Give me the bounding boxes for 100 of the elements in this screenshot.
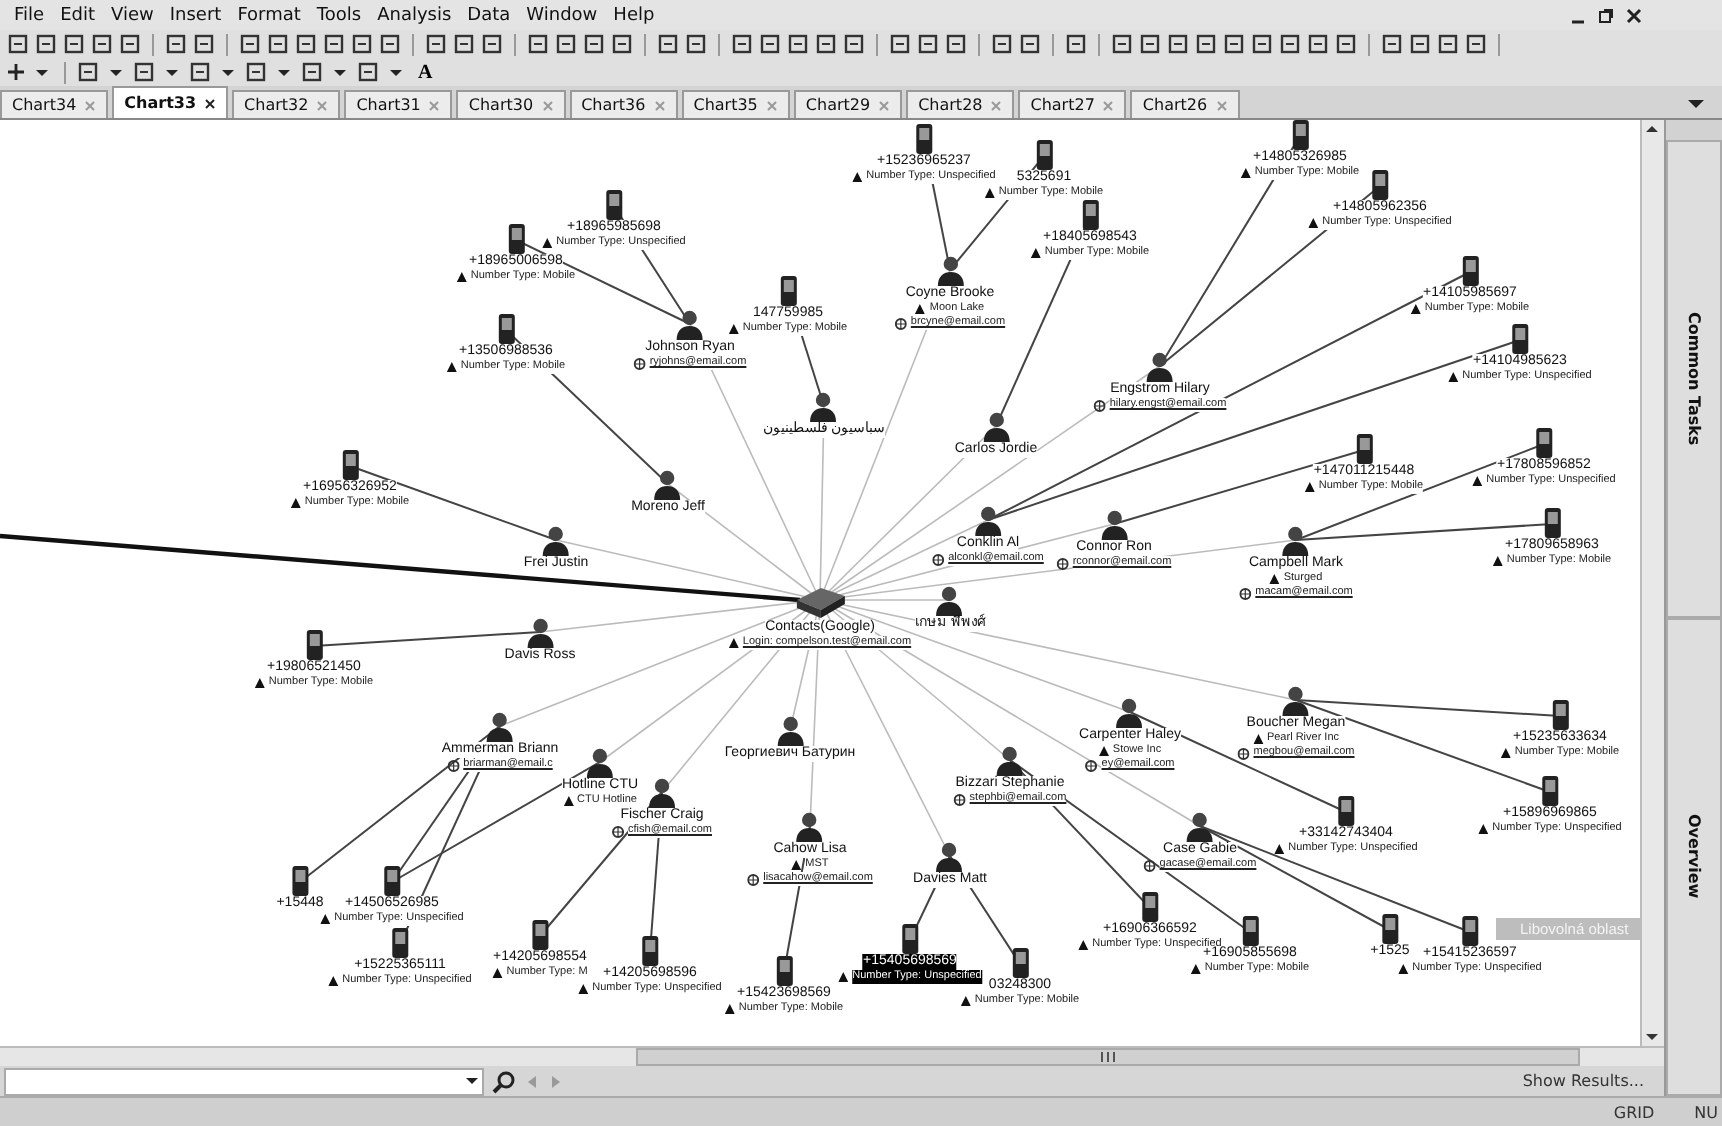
phone-icon xyxy=(604,190,624,220)
tool-icon[interactable] xyxy=(1064,32,1088,56)
tool-icon[interactable] xyxy=(244,60,268,84)
tool-icon[interactable] xyxy=(1408,32,1432,56)
scrollbar-thumb[interactable] xyxy=(636,1048,1580,1066)
side-panel-tab[interactable]: Overview xyxy=(1685,814,1703,900)
tool-icon[interactable] xyxy=(842,32,866,56)
text-button[interactable]: A xyxy=(412,61,439,83)
tool-icon[interactable] xyxy=(786,32,810,56)
person-icon xyxy=(936,254,964,286)
close-icon[interactable] xyxy=(1626,7,1642,23)
tool-icon[interactable] xyxy=(1222,32,1246,56)
tool-icon[interactable] xyxy=(480,32,504,56)
tool-icon[interactable] xyxy=(356,60,380,84)
tool-icon[interactable] xyxy=(684,32,708,56)
chart-tab[interactable]: Chart30 xyxy=(456,90,566,118)
person-icon xyxy=(654,468,682,500)
menu-item[interactable]: Insert xyxy=(161,5,230,25)
tool-icon[interactable] xyxy=(132,60,156,84)
down-arrow-icon xyxy=(1642,1030,1662,1046)
triangle-icon xyxy=(1274,844,1285,854)
triangle-icon xyxy=(1304,482,1315,492)
side-panel-tab[interactable]: Common Tasks xyxy=(1685,312,1703,446)
tool-icon[interactable] xyxy=(1194,32,1218,56)
show-results-link[interactable]: Show Results... xyxy=(1522,1072,1660,1090)
tool-icon[interactable] xyxy=(294,32,318,56)
search-icon[interactable] xyxy=(492,1069,516,1093)
plus-icon[interactable] xyxy=(6,60,26,84)
menu-item[interactable]: Format xyxy=(229,5,309,25)
tool-icon[interactable] xyxy=(554,32,578,56)
tool-icon[interactable] xyxy=(944,32,968,56)
tool-icon[interactable] xyxy=(424,32,448,56)
tool-icon[interactable] xyxy=(34,32,58,56)
tool-icon[interactable] xyxy=(656,32,680,56)
tool-icon[interactable] xyxy=(1166,32,1190,56)
tool-icon[interactable] xyxy=(814,32,838,56)
tool-icon[interactable] xyxy=(1464,32,1488,56)
tool-icon[interactable] xyxy=(90,32,114,56)
tool-icon[interactable] xyxy=(526,32,550,56)
tool-icon[interactable] xyxy=(1018,32,1042,56)
menu-item[interactable]: Analysis xyxy=(369,5,460,25)
menu-item[interactable]: Edit xyxy=(52,5,103,25)
tool-icon[interactable] xyxy=(300,60,324,84)
phone-icon xyxy=(1460,916,1480,946)
tool-icon[interactable] xyxy=(610,32,634,56)
menu-item[interactable]: Window xyxy=(518,5,606,25)
menu-item[interactable]: View xyxy=(103,5,162,25)
search-field[interactable] xyxy=(4,1067,484,1095)
dropdown-icon[interactable] xyxy=(1686,96,1706,112)
globe-icon xyxy=(633,357,646,369)
tool-icon[interactable] xyxy=(452,32,476,56)
tool-icon[interactable] xyxy=(1436,32,1460,56)
tool-icon[interactable] xyxy=(378,32,402,56)
tool-icon[interactable] xyxy=(6,32,30,56)
globe-icon xyxy=(894,317,907,329)
tool-icon[interactable] xyxy=(322,32,346,56)
tool-icon[interactable] xyxy=(238,32,262,56)
person-icon xyxy=(974,504,1002,536)
menu-item[interactable]: File xyxy=(6,5,53,25)
tool-icon[interactable] xyxy=(730,32,754,56)
address-book-icon xyxy=(792,584,848,620)
chart-tab[interactable]: Chart27 xyxy=(1018,90,1127,118)
person-icon xyxy=(796,810,824,842)
chart-tab[interactable]: Chart36 xyxy=(569,90,678,118)
chart-tab[interactable]: Chart26 xyxy=(1130,90,1240,118)
phone-icon xyxy=(1510,324,1530,354)
tool-icon[interactable] xyxy=(916,32,940,56)
tool-icon[interactable] xyxy=(1306,32,1330,56)
triangle-icon xyxy=(1478,824,1489,834)
tool-icon[interactable] xyxy=(62,32,86,56)
tool-icon[interactable] xyxy=(118,32,142,56)
chart-tab[interactable]: Chart35 xyxy=(681,90,790,118)
tool-icon[interactable] xyxy=(192,32,216,56)
menu-item[interactable]: Tools xyxy=(308,5,370,25)
tool-icon[interactable] xyxy=(1334,32,1358,56)
tool-icon[interactable] xyxy=(1380,32,1404,56)
tool-icon[interactable] xyxy=(266,32,290,56)
chart-tab[interactable]: Chart34 xyxy=(0,90,109,118)
tool-icon[interactable] xyxy=(76,60,100,84)
tool-icon[interactable] xyxy=(990,32,1014,56)
tool-icon[interactable] xyxy=(758,32,782,56)
tool-icon[interactable] xyxy=(1250,32,1274,56)
chart-tab[interactable]: Chart28 xyxy=(906,90,1015,118)
restore-icon[interactable] xyxy=(1598,7,1614,23)
tool-icon[interactable] xyxy=(1110,32,1134,56)
tool-icon[interactable] xyxy=(1278,32,1302,56)
chart-tab[interactable]: Chart31 xyxy=(344,90,453,118)
vertical-scrollbar[interactable] xyxy=(1640,120,1664,1046)
chart-tab[interactable]: Chart29 xyxy=(793,90,903,118)
tool-icon[interactable] xyxy=(188,60,212,84)
tool-icon[interactable] xyxy=(888,32,912,56)
tool-icon[interactable] xyxy=(350,32,374,56)
chart-tab[interactable]: Chart32 xyxy=(232,90,341,118)
close-icon[interactable] xyxy=(204,97,217,109)
menu-item[interactable]: Data xyxy=(459,5,519,25)
menu-item[interactable]: Help xyxy=(605,5,663,25)
tool-icon[interactable] xyxy=(582,32,606,56)
tool-icon[interactable] xyxy=(164,32,188,56)
chart-tab[interactable]: Chart33 xyxy=(112,86,229,118)
tool-icon[interactable] xyxy=(1138,32,1162,56)
